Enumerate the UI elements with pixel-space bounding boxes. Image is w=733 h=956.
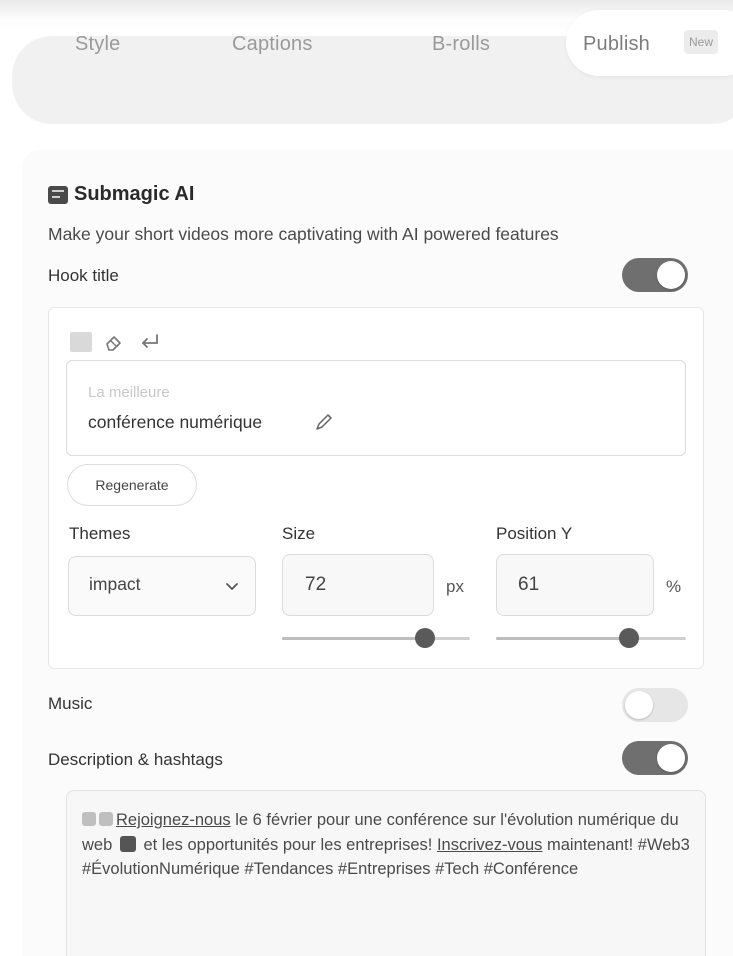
color-swatch-icon[interactable]	[70, 332, 92, 352]
tab-style[interactable]: Style	[75, 0, 120, 88]
size-slider-fill	[282, 637, 425, 640]
hook-text-line-1: La meilleure	[88, 384, 170, 401]
desc-part-3: et les opportunités pour les entreprises…	[138, 835, 437, 854]
tab-publish[interactable]: Publish	[583, 0, 650, 88]
hook-text-area[interactable]	[66, 360, 686, 456]
info-emoji-icon	[119, 835, 136, 852]
position-y-unit: %	[666, 577, 682, 596]
section-subtitle: Make your short videos more captivating …	[48, 224, 559, 244]
position-y-slider-fill	[496, 637, 629, 640]
chevron-down-icon	[226, 583, 238, 590]
tab-brolls[interactable]: B-rolls	[432, 0, 490, 88]
size-input-value: 72	[305, 574, 327, 595]
size-unit: px	[446, 577, 464, 596]
description-toggle[interactable]	[622, 741, 688, 775]
calendar-emoji-icon	[99, 812, 113, 826]
position-y-label: Position Y	[496, 524, 573, 543]
music-label: Music	[48, 694, 93, 713]
description-label: Description & hashtags	[48, 750, 223, 769]
toggle-knob	[657, 261, 685, 289]
description-text: Rejoignez-nous le 6 février pour une con…	[82, 808, 692, 882]
toggle-knob	[625, 691, 653, 719]
position-y-slider-thumb[interactable]	[619, 628, 639, 648]
desc-part-4: Inscrivez-vous	[436, 835, 543, 854]
submagic-icon	[48, 186, 68, 204]
new-badge: New	[684, 30, 719, 54]
size-label: Size	[282, 524, 316, 543]
emoji-icon	[82, 812, 96, 826]
hook-text-line-2: conférence numérique	[88, 412, 263, 432]
music-toggle[interactable]	[622, 688, 688, 722]
themes-label: Themes	[69, 524, 131, 543]
hook-title-toggle[interactable]	[622, 258, 688, 292]
tab-captions[interactable]: Captions	[232, 0, 313, 88]
themes-select-value: impact	[89, 574, 141, 594]
regenerate-button[interactable]: Regenerate	[67, 464, 197, 506]
position-y-slider[interactable]	[496, 628, 686, 648]
size-slider-thumb[interactable]	[414, 628, 435, 648]
desc-part-1: Rejoignez-nous	[116, 811, 231, 829]
pen-icon	[316, 414, 332, 430]
toggle-knob	[657, 744, 685, 772]
position-y-input-value: 61	[518, 574, 540, 595]
enter-icon[interactable]	[137, 331, 161, 353]
section-title: Submagic AI	[74, 183, 195, 205]
eraser-icon[interactable]	[103, 331, 125, 353]
hook-title-label: Hook title	[48, 266, 119, 285]
size-slider[interactable]	[282, 628, 470, 648]
